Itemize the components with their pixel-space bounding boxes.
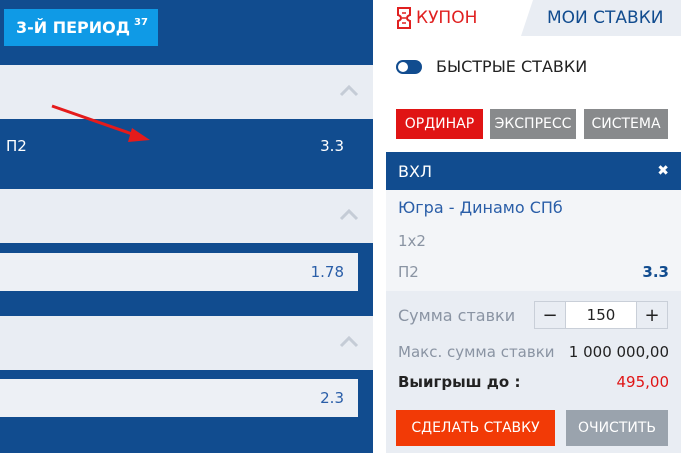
quick-bets-toggle-row[interactable]: БЫСТРЫЕ СТАВКИ — [396, 57, 587, 76]
markets-panel: 3-Й ПЕРИОД 37 П2 3.3 1.78 2.3 — [0, 0, 373, 453]
slip-body: Югра - Динамо СПб 1x2 П2 3.3 — [386, 190, 681, 291]
odds-row[interactable]: 1.78 — [0, 253, 358, 291]
close-icon[interactable]: ✖ — [657, 163, 669, 179]
bet-type-express-button[interactable]: ЭКСПРЕСС — [490, 109, 576, 139]
odds-value: 1.78 — [310, 263, 344, 281]
place-bet-button[interactable]: СДЕЛАТЬ СТАВКУ — [396, 410, 555, 446]
slip-odd: 3.3 — [642, 263, 669, 281]
period-count: 37 — [134, 17, 148, 28]
odds-row-selected[interactable]: П2 3.3 — [0, 127, 358, 165]
stake-stepper[interactable]: − 150 + — [534, 301, 668, 329]
period-tab[interactable]: 3-Й ПЕРИОД 37 — [4, 9, 158, 46]
chevron-up-icon[interactable] — [339, 207, 359, 221]
stake-plus-button[interactable]: + — [637, 302, 667, 328]
tab-coupon-label: КУПОН — [416, 8, 478, 28]
odds-row[interactable]: 2.3 — [0, 379, 358, 417]
period-label: 3-Й ПЕРИОД — [16, 18, 131, 37]
slip-selection: П2 — [398, 263, 419, 281]
chevron-up-icon[interactable] — [339, 334, 359, 348]
clear-button[interactable]: ОЧИСТИТЬ — [566, 410, 668, 446]
max-stake-label: Макс. сумма ставки — [398, 343, 555, 361]
tab-my-bets-label: МОИ СТАВКИ — [547, 8, 664, 28]
market-header[interactable] — [0, 316, 373, 370]
market-header[interactable] — [0, 65, 373, 119]
potential-win-label: Выигрыш до : — [398, 373, 521, 391]
coupon-panel: КУПОН МОИ СТАВКИ БЫСТРЫЕ СТАВКИ ОРДИНАР … — [386, 0, 681, 453]
bet-type-system-button[interactable]: СИСТЕМА — [584, 109, 668, 139]
slip-summary: Сумма ставки − 150 + Макс. сумма ставки … — [386, 291, 681, 453]
slip-match: Югра - Динамо СПб — [398, 198, 563, 217]
coupon-ticket-icon — [397, 7, 411, 29]
max-stake-value: 1 000 000,00 — [568, 343, 669, 361]
odds-value: 2.3 — [320, 389, 344, 407]
stake-label: Сумма ставки — [398, 306, 516, 325]
odds-value: 3.3 — [320, 137, 344, 155]
quick-bets-label: БЫСТРЫЕ СТАВКИ — [436, 57, 588, 76]
slip-market: 1x2 — [398, 232, 426, 250]
slip-header: ВХЛ ✖ — [386, 152, 681, 190]
quick-bets-toggle[interactable] — [396, 59, 422, 74]
stake-minus-button[interactable]: − — [535, 302, 565, 328]
slip-league: ВХЛ — [398, 161, 432, 181]
potential-win-value: 495,00 — [616, 373, 670, 391]
bet-type-single-button[interactable]: ОРДИНАР — [396, 109, 483, 139]
odds-label: П2 — [6, 137, 27, 155]
market-header[interactable] — [0, 189, 373, 243]
chevron-up-icon[interactable] — [339, 83, 359, 97]
tab-my-bets[interactable]: МОИ СТАВКИ — [521, 0, 681, 36]
stake-input[interactable]: 150 — [565, 302, 637, 328]
tab-coupon[interactable]: КУПОН — [386, 0, 521, 36]
